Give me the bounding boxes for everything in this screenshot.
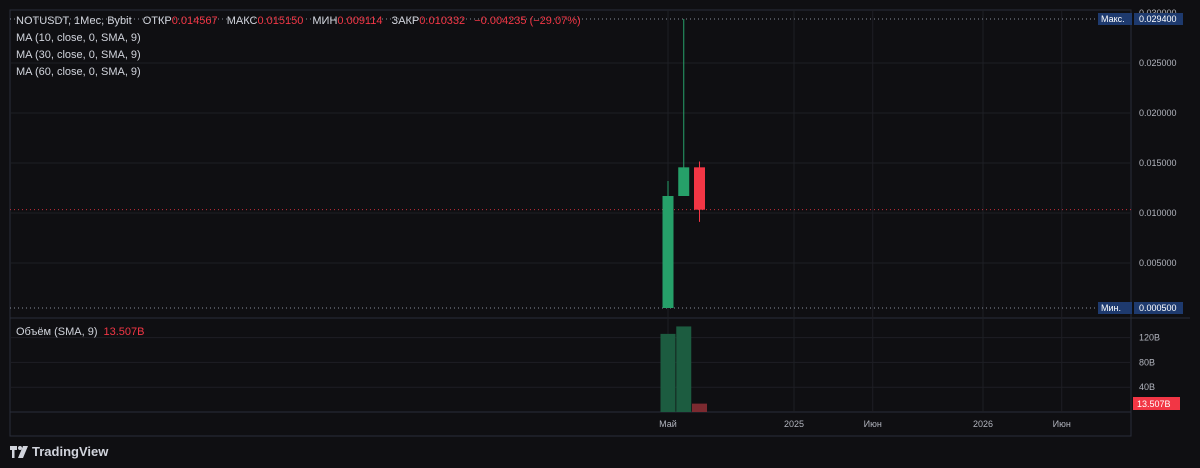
tradingview-logo[interactable]: TradingView xyxy=(10,444,108,459)
chart-root: 0.025000 0.020000 0.015000 0.010000 0.005000… xyxy=(0,0,1200,468)
high-label: МАКС xyxy=(226,15,258,27)
indicator-ma-10[interactable]: MA (10, close, 0, SMA, 9) xyxy=(16,32,141,44)
brand-name: TradingView xyxy=(32,444,109,459)
close-value: 0.010332 xyxy=(419,15,466,27)
price-tick-label: 0.020000 xyxy=(1139,108,1177,118)
volume-tag-value: 13.507B xyxy=(1137,399,1171,409)
chart-frame xyxy=(9,9,1132,437)
price-tick-label: 0.015000 xyxy=(1139,158,1177,168)
symbol-legend: NOTUSDT, 1Мес, Bybit ОТКР0.014567 МАКС0.… xyxy=(16,15,581,27)
low-marker-value: 0.000500 xyxy=(1139,303,1177,313)
low-label: МИН xyxy=(312,15,338,27)
candle-up xyxy=(662,196,674,308)
time-tick-label: 2026 xyxy=(973,419,993,429)
time-tick-label: Июн xyxy=(864,419,882,429)
time-tick-label: Июн xyxy=(1053,419,1071,429)
candle-down xyxy=(694,167,705,210)
volume-tick-label: 120B xyxy=(1139,333,1160,343)
high-value: 0.015150 xyxy=(257,15,304,27)
volume-tick-label: 40B xyxy=(1139,382,1155,392)
volume-legend[interactable]: Объём (SMA, 9) 13.507B xyxy=(16,326,144,338)
volume-bar xyxy=(660,333,676,412)
open-label: ОТКР xyxy=(142,15,172,27)
indicator-ma-60[interactable]: MA (60, close, 0, SMA, 9) xyxy=(16,66,141,78)
volume-tick-label: 80B xyxy=(1139,357,1155,367)
volume-bar xyxy=(676,326,692,412)
price-tick-label: 0.005000 xyxy=(1139,258,1177,268)
time-tick-label: Май xyxy=(659,419,677,429)
low-value: 0.009114 xyxy=(337,15,383,27)
symbol-name[interactable]: NOTUSDT, 1Мес, Bybit xyxy=(16,15,132,27)
volume-bar xyxy=(692,403,707,412)
high-marker-label: Макс. xyxy=(1101,14,1125,24)
volume-legend-label: Объём (SMA, 9) xyxy=(16,326,98,338)
indicator-ma-30[interactable]: MA (30, close, 0, SMA, 9) xyxy=(16,49,141,61)
volume-legend-value: 13.507B xyxy=(103,326,145,338)
open-value: 0.014567 xyxy=(171,15,218,27)
candle-up xyxy=(678,167,690,196)
time-tick-label: 2025 xyxy=(784,419,804,429)
high-marker-value: 0.029400 xyxy=(1139,14,1177,24)
close-label: ЗАКР xyxy=(391,15,420,27)
price-tick-label: 0.010000 xyxy=(1139,208,1177,218)
tradingview-logo-icon xyxy=(10,445,28,458)
price-tick-label: 0.025000 xyxy=(1139,58,1177,68)
low-marker-label: Мин. xyxy=(1101,303,1121,313)
chart-canvas[interactable]: 0.025000 0.020000 0.015000 0.010000 0.005000… xyxy=(0,0,1200,468)
change-value: −0.004235 (−29.07%) xyxy=(474,15,581,27)
